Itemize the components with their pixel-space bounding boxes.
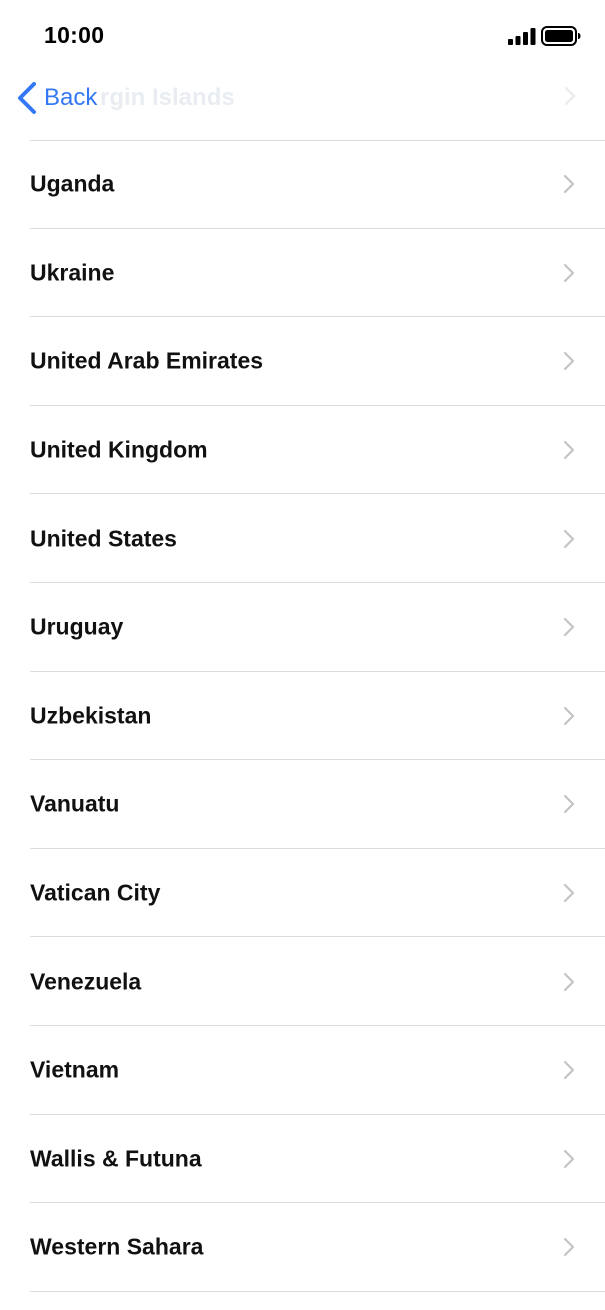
- list-item[interactable]: Vietnam: [0, 1026, 605, 1115]
- country-name: Venezuela: [30, 968, 142, 995]
- chevron-right-icon: [563, 1061, 575, 1080]
- fading-previous-title: rgin Islands: [100, 84, 235, 111]
- chevron-right-icon: [563, 883, 575, 903]
- chevron-right-icon: [563, 352, 575, 371]
- list-item[interactable]: Vatican City: [0, 849, 605, 938]
- list-item[interactable]: United States: [0, 494, 605, 583]
- list-item[interactable]: Uruguay: [0, 583, 605, 672]
- chevron-right-icon: [563, 1238, 575, 1257]
- country-name: Uruguay: [30, 613, 124, 640]
- chevron-right-icon: [563, 440, 575, 460]
- country-picker-screen: 10:00 rgin Islands Back Uganda Ukraine Uni…: [0, 0, 605, 1310]
- country-name: Uganda: [30, 170, 115, 197]
- country-name: Vanuatu: [30, 790, 120, 817]
- chevron-left-icon: [18, 82, 36, 114]
- back-label: Back: [44, 84, 98, 111]
- country-name: Ukraine: [30, 259, 115, 286]
- chevron-right-icon: [563, 618, 575, 637]
- back-button[interactable]: Back: [16, 78, 97, 118]
- country-name: Vatican City: [30, 879, 161, 906]
- list-item[interactable]: Ukraine: [0, 229, 605, 318]
- chevron-right-icon: [563, 1149, 575, 1168]
- cellular-signal-icon: [508, 28, 536, 45]
- country-name: United States: [30, 525, 177, 552]
- country-name: Vietnam: [30, 1056, 120, 1083]
- fading-chevron-right-icon: [564, 86, 576, 106]
- list-item[interactable]: Venezuela: [0, 937, 605, 1026]
- list-item[interactable]: Vanuatu: [0, 760, 605, 849]
- list-item[interactable]: Wallis & Futuna: [0, 1115, 605, 1204]
- country-name: Uzbekistan: [30, 702, 152, 729]
- chevron-right-icon: [563, 795, 575, 814]
- battery-full-icon: [541, 26, 581, 46]
- list-item[interactable]: Uganda: [0, 140, 605, 229]
- chevron-right-icon: [563, 529, 575, 548]
- list-item[interactable]: Western Sahara: [0, 1203, 605, 1292]
- chevron-right-icon: [563, 263, 575, 282]
- country-name: Western Sahara: [30, 1233, 204, 1260]
- country-name: United Kingdom: [30, 436, 208, 463]
- list-item[interactable]: United Kingdom: [0, 406, 605, 495]
- status-bar: 10:00: [0, 0, 605, 70]
- country-name: Wallis & Futuna: [30, 1145, 202, 1172]
- country-list: Uganda Ukraine United Arab Emirates United …: [0, 140, 605, 1292]
- chevron-right-icon: [563, 175, 575, 194]
- chevron-right-icon: [563, 972, 575, 991]
- navigation-bar: rgin Islands Back: [0, 70, 605, 140]
- list-item[interactable]: Uzbekistan: [0, 672, 605, 761]
- list-item[interactable]: United Arab Emirates: [0, 317, 605, 406]
- country-name: United Arab Emirates: [30, 347, 264, 374]
- chevron-right-icon: [563, 706, 575, 725]
- status-time: 10:00: [44, 22, 105, 48]
